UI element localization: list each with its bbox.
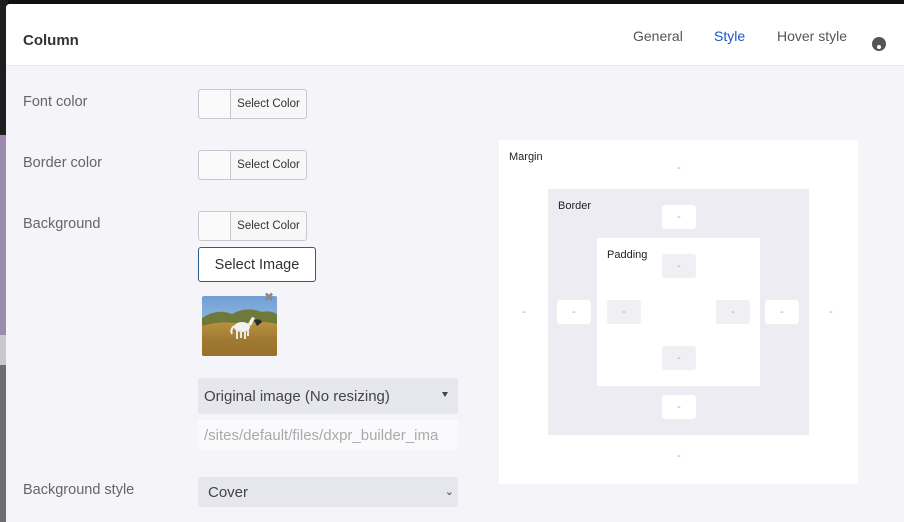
caret-down-icon (442, 392, 448, 397)
background-image-thumbnail (202, 296, 277, 356)
border-color-picker-button[interactable]: Select Color (198, 150, 307, 180)
color-swatch (199, 90, 231, 118)
select-color-label: Select Color (237, 98, 300, 110)
margin-label: Margin (509, 151, 543, 163)
padding-box: Padding - - - - (597, 238, 760, 386)
background-label: Background (23, 216, 101, 232)
background-style-select[interactable]: Cover ⌄ (198, 477, 458, 507)
chevron-updown-icon: ⌄ (444, 486, 454, 498)
padding-right-input[interactable]: - (716, 300, 750, 324)
border-label: Border (558, 200, 592, 212)
margin-left-input[interactable]: - (507, 300, 541, 324)
select-color-label: Select Color (237, 159, 300, 171)
tab-style[interactable]: Style (714, 28, 745, 44)
remove-image-icon[interactable]: ✖ (263, 291, 275, 303)
background-style-value: Cover (208, 483, 249, 501)
tab-hover-style[interactable]: Hover style (777, 28, 847, 44)
color-swatch (199, 151, 231, 179)
padding-top-input[interactable]: - (662, 254, 696, 278)
modal-title: Column (23, 32, 79, 49)
image-path-input[interactable]: /sites/default/files/dxpr_builder_ima (198, 420, 458, 450)
font-color-picker-button[interactable]: Select Color (198, 89, 307, 119)
horse-image (202, 296, 277, 356)
color-swatch (199, 212, 231, 240)
border-bottom-input[interactable]: - (662, 395, 696, 419)
font-color-label: Font color (23, 94, 88, 110)
tab-general[interactable]: General (633, 28, 683, 44)
select-image-button[interactable]: Select Image (198, 247, 316, 282)
padding-bottom-input[interactable]: - (662, 346, 696, 370)
padding-left-input[interactable]: - (607, 300, 641, 324)
padding-label: Padding (607, 249, 648, 261)
border-left-input[interactable]: - (557, 300, 591, 324)
margin-bottom-input[interactable]: - (662, 444, 696, 468)
margin-top-input[interactable]: - (662, 156, 696, 180)
margin-box: Margin - - - - Border - - - - Padding - … (499, 140, 858, 484)
close-icon[interactable] (872, 37, 886, 51)
background-style-label: Background style (23, 482, 135, 498)
border-box: Border - - - - Padding - - - - (548, 189, 809, 435)
margin-right-input[interactable]: - (814, 300, 848, 324)
modal-header: Column General Style Hover style (6, 4, 904, 66)
image-resize-select[interactable]: Original image (No resizing) (198, 378, 458, 414)
border-right-input[interactable]: - (765, 300, 799, 324)
image-resize-value: Original image (No resizing) (204, 387, 390, 405)
border-top-input[interactable]: - (662, 205, 696, 229)
select-color-label: Select Color (237, 220, 300, 232)
background-color-picker-button[interactable]: Select Color (198, 211, 307, 241)
border-color-label: Border color (23, 155, 102, 171)
column-settings-modal: Column General Style Hover style Font co… (6, 4, 904, 522)
